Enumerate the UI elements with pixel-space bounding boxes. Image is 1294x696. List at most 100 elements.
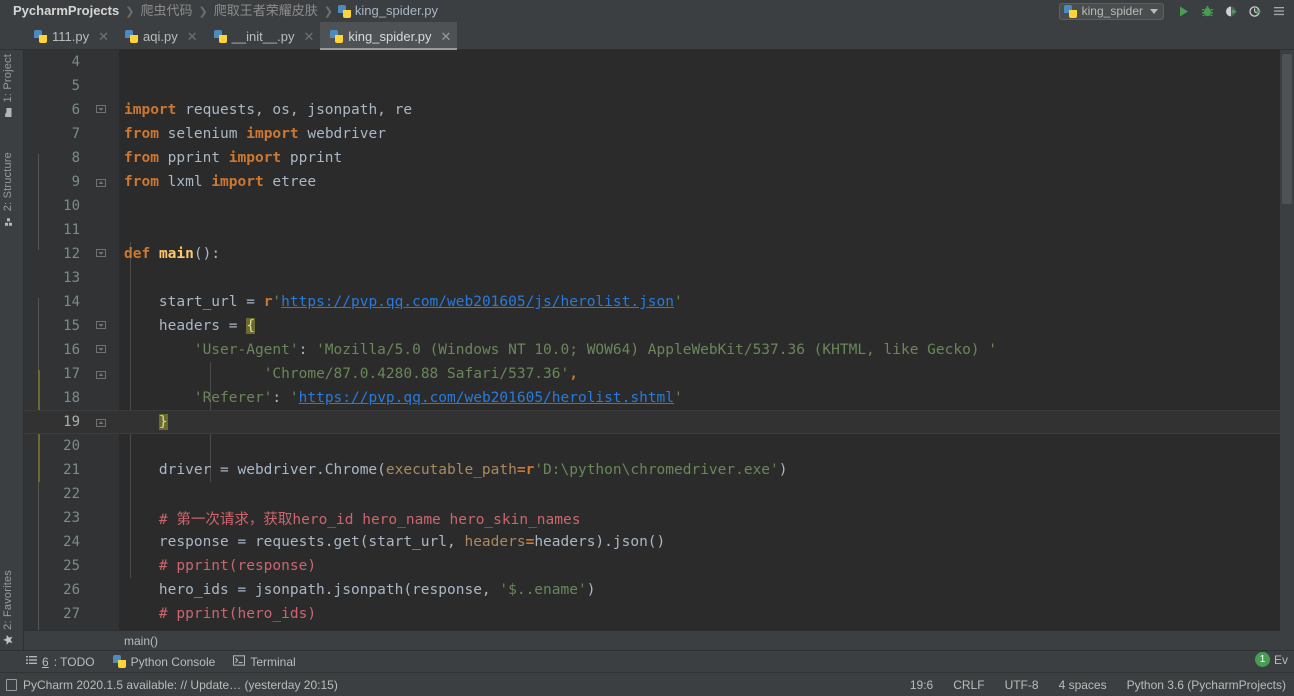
fold-gutter-cell[interactable] xyxy=(86,242,118,266)
line-number[interactable]: 26 xyxy=(24,582,86,598)
code-line[interactable]: 14 start_url = r'https://pvp.qq.com/web2… xyxy=(24,290,1280,314)
tool-window-todo[interactable]: 6: TODO xyxy=(26,655,95,669)
code-line[interactable]: 27 # pprint(hero_ids) xyxy=(24,602,1280,626)
fold-gutter-cell[interactable] xyxy=(86,74,118,98)
line-number[interactable]: 13 xyxy=(24,270,86,286)
indent-setting[interactable]: 4 spaces xyxy=(1059,678,1107,692)
code-line[interactable]: 10 xyxy=(24,194,1280,218)
breadcrumb-item-folder-2[interactable]: 爬取王者荣耀皮肤 xyxy=(209,0,323,22)
breadcrumb-item-file[interactable]: king_spider.py xyxy=(334,0,443,22)
fold-gutter-cell[interactable] xyxy=(86,194,118,218)
fold-gutter-cell[interactable] xyxy=(86,386,118,410)
code-line[interactable]: 25 # pprint(response) xyxy=(24,554,1280,578)
fold-expand-icon[interactable] xyxy=(95,104,107,116)
code-line[interactable]: 21 driver = webdriver.Chrome(executable_… xyxy=(24,458,1280,482)
code-text[interactable]: driver = webdriver.Chrome(executable_pat… xyxy=(118,462,788,478)
close-icon[interactable]: ✕ xyxy=(304,30,315,43)
code-text[interactable]: # 第一次请求，获取hero_id hero_name hero_skin_na… xyxy=(118,508,581,529)
code-text[interactable]: headers = { xyxy=(118,318,255,334)
code-line[interactable]: 19 } xyxy=(24,410,1280,434)
caret-position[interactable]: 19:6 xyxy=(910,678,933,692)
sidebar-item-structure[interactable]: 2: Structure xyxy=(2,152,14,226)
close-icon[interactable]: ✕ xyxy=(441,30,452,43)
editor-tab-aqi[interactable]: aqi.py ✕ xyxy=(115,22,204,50)
code-text[interactable]: 'Chrome/87.0.4280.88 Safari/537.36', xyxy=(118,366,578,382)
close-icon[interactable]: ✕ xyxy=(187,30,198,43)
code-line[interactable]: 26 hero_ids = jsonpath.jsonpath(response… xyxy=(24,578,1280,602)
line-number[interactable]: 5 xyxy=(24,78,86,94)
line-number[interactable]: 7 xyxy=(24,126,86,142)
line-number[interactable]: 27 xyxy=(24,606,86,622)
line-number[interactable]: 17 xyxy=(24,366,86,382)
menu-icon[interactable] xyxy=(1268,1,1290,21)
code-line[interactable]: 17 'Chrome/87.0.4280.88 Safari/537.36', xyxy=(24,362,1280,386)
event-log-badge[interactable]: 1 Ev xyxy=(1254,652,1288,667)
fold-gutter-cell[interactable] xyxy=(86,530,118,554)
line-number[interactable]: 21 xyxy=(24,462,86,478)
status-message-group[interactable]: PyCharm 2020.1.5 available: // Update… (… xyxy=(0,678,338,692)
sidebar-item-favorites[interactable]: 2: Favorites xyxy=(2,570,14,646)
code-line[interactable]: 4 xyxy=(24,50,1280,74)
code-text[interactable]: } xyxy=(118,414,168,430)
code-text[interactable]: # pprint(hero_ids) xyxy=(118,606,316,622)
code-line[interactable]: 7 from selenium import webdriver xyxy=(24,122,1280,146)
fold-expand-icon[interactable] xyxy=(95,248,107,260)
tool-window-terminal[interactable]: Terminal xyxy=(233,655,296,669)
fold-gutter-cell[interactable] xyxy=(86,50,118,74)
code-text[interactable]: response = requests.get(start_url, heade… xyxy=(118,534,665,550)
code-text[interactable]: # pprint(response) xyxy=(118,558,316,574)
fold-collapse-icon[interactable] xyxy=(95,368,107,380)
code-text[interactable]: hero_ids = jsonpath.jsonpath(response, '… xyxy=(118,582,596,598)
profile-button[interactable] xyxy=(1244,1,1266,21)
fold-gutter-cell[interactable] xyxy=(86,578,118,602)
code-line[interactable]: 18 'Referer': 'https://pvp.qq.com/web201… xyxy=(24,386,1280,410)
code-text[interactable]: from selenium import webdriver xyxy=(118,126,386,142)
line-number[interactable]: 22 xyxy=(24,486,86,502)
line-number[interactable]: 15 xyxy=(24,318,86,334)
fold-collapse-icon[interactable] xyxy=(95,176,107,188)
line-number[interactable]: 6 xyxy=(24,102,86,118)
code-text[interactable]: 'Referer': 'https://pvp.qq.com/web201605… xyxy=(118,390,683,406)
fold-gutter-cell[interactable] xyxy=(86,170,118,194)
fold-gutter-cell[interactable] xyxy=(86,554,118,578)
fold-gutter-cell[interactable] xyxy=(86,122,118,146)
debug-button[interactable] xyxy=(1196,1,1218,21)
code-line[interactable]: 16 'User-Agent': 'Mozilla/5.0 (Windows N… xyxy=(24,338,1280,362)
run-button[interactable] xyxy=(1172,1,1194,21)
fold-gutter-cell[interactable] xyxy=(86,602,118,626)
editor-tab-111[interactable]: 111.py ✕ xyxy=(24,22,115,50)
fold-expand-icon[interactable] xyxy=(95,320,107,332)
code-text[interactable]: 'User-Agent': 'Mozilla/5.0 (Windows NT 1… xyxy=(118,342,997,358)
code-text[interactable]: import requests, os, jsonpath, re xyxy=(118,102,412,118)
scrollbar-thumb[interactable] xyxy=(1282,54,1292,204)
fold-gutter-cell[interactable] xyxy=(86,458,118,482)
fold-gutter-cell[interactable] xyxy=(86,506,118,530)
fold-collapse-icon[interactable] xyxy=(95,416,107,428)
fold-gutter-cell[interactable] xyxy=(86,266,118,290)
editor-tab-king-spider[interactable]: king_spider.py ✕ xyxy=(320,22,458,50)
code-editor[interactable]: 4 5 6 import requests, os, jsonpath, re 7 fro… xyxy=(24,50,1280,630)
fold-gutter-cell[interactable] xyxy=(86,98,118,122)
editor-breadcrumb[interactable]: main() xyxy=(24,630,1280,650)
fold-gutter-cell[interactable] xyxy=(86,314,118,338)
status-message[interactable]: PyCharm 2020.1.5 available: // Update… (… xyxy=(23,678,338,692)
sidebar-item-project[interactable]: 1: Project xyxy=(2,54,14,117)
editor-scrollbar[interactable] xyxy=(1280,50,1294,650)
line-number[interactable]: 9 xyxy=(24,174,86,190)
fold-expand-icon[interactable] xyxy=(95,344,107,356)
line-number[interactable]: 16 xyxy=(24,342,86,358)
python-interpreter[interactable]: Python 3.6 (PycharmProjects) xyxy=(1127,678,1286,692)
fold-gutter-cell[interactable] xyxy=(86,338,118,362)
line-number[interactable]: 20 xyxy=(24,438,86,454)
line-number[interactable]: 24 xyxy=(24,534,86,550)
code-line[interactable]: 5 xyxy=(24,74,1280,98)
code-line[interactable]: 6 import requests, os, jsonpath, re xyxy=(24,98,1280,122)
file-encoding[interactable]: UTF-8 xyxy=(1005,678,1039,692)
run-configuration-selector[interactable]: king_spider xyxy=(1058,2,1164,20)
line-number[interactable]: 10 xyxy=(24,198,86,214)
code-line[interactable]: 20 xyxy=(24,434,1280,458)
code-line[interactable]: 12 def main(): xyxy=(24,242,1280,266)
code-line[interactable]: 11 xyxy=(24,218,1280,242)
line-number[interactable]: 18 xyxy=(24,390,86,406)
fold-gutter-cell[interactable] xyxy=(86,410,118,434)
